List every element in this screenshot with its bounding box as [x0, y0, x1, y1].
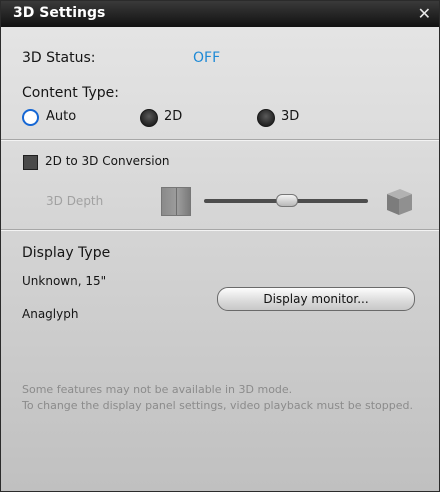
radio-auto-label: Auto — [46, 109, 77, 124]
display-mode-value: Anaglyph — [22, 307, 79, 321]
content-type-label: Content Type: — [22, 85, 120, 101]
window-title: 3D Settings — [13, 5, 106, 21]
settings-window: 3D Settings ✕ 3D Status: OFF Content Typ… — [0, 0, 440, 492]
note-line-1: Some features may not be available in 3D… — [22, 383, 293, 396]
divider — [1, 139, 439, 141]
divider — [1, 229, 439, 231]
status-value: OFF — [193, 50, 221, 66]
title-bar: 3D Settings ✕ — [1, 1, 439, 27]
depth-label: 3D Depth — [46, 194, 104, 208]
status-label: 3D Status: — [22, 50, 96, 66]
close-icon[interactable]: ✕ — [418, 4, 431, 23]
radio-2d-label: 2D — [164, 109, 183, 124]
radio-indicator — [22, 109, 39, 126]
display-type-value: Unknown, 15" — [22, 274, 107, 288]
conversion-checkbox-label: 2D to 3D Conversion — [45, 154, 170, 168]
radio-indicator — [257, 109, 275, 127]
depth-slider-thumb[interactable] — [276, 194, 298, 207]
note-line-2: To change the display panel settings, vi… — [22, 399, 413, 412]
radio-3d-label: 3D — [281, 109, 300, 124]
flat-depth-icon — [161, 187, 191, 216]
radio-indicator — [140, 109, 158, 127]
display-monitor-button[interactable]: Display monitor... — [217, 287, 415, 311]
display-type-heading: Display Type — [22, 245, 111, 261]
deep-depth-icon — [387, 189, 412, 215]
conversion-checkbox[interactable] — [23, 155, 38, 170]
depth-slider[interactable] — [204, 194, 368, 207]
